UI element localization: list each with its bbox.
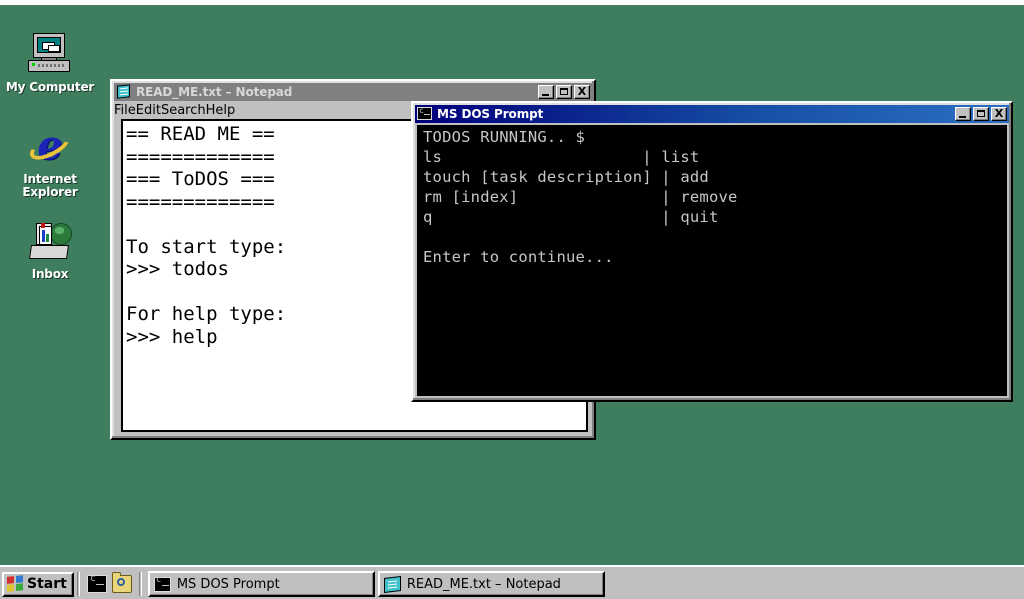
start-button-label: Start [27,576,67,592]
notepad-icon [383,575,401,593]
dos-window-controls: X [955,107,1007,121]
taskbar-button-ms-dos-prompt[interactable]: MS DOS Prompt [147,571,375,597]
notepad-icon [116,84,132,99]
close-icon: X [994,107,1004,120]
quick-launch-find-folder-icon[interactable] [111,572,132,593]
internet-explorer-icon: e [25,122,75,170]
taskbar-window-buttons: MS DOS Prompt READ_ME.txt – Notepad [145,571,1024,597]
taskbar-button-notepad[interactable]: READ_ME.txt – Notepad [377,571,605,597]
dos-close-button[interactable]: X [991,107,1007,121]
taskbar-divider-1 [76,572,80,596]
dos-titlebar[interactable]: MS DOS Prompt X [415,105,1009,123]
notepad-window-controls: X [538,85,590,99]
notepad-title: READ_ME.txt – Notepad [136,85,293,99]
dos-console-area[interactable]: TODOS RUNNING.. $ ls | list touch [task … [417,125,1007,396]
notepad-titlebar[interactable]: READ_ME.txt – Notepad X [114,83,592,101]
desktop-icon-internet-explorer[interactable]: e Internet Explorer [2,122,98,199]
menu-item-edit[interactable]: Edit [136,103,161,119]
screen: My Computer e Internet Explorer Inbox RE… [0,0,1024,599]
desktop-icon-label: Internet Explorer [22,172,78,199]
close-icon: X [577,85,587,98]
desktop-background[interactable]: My Computer e Internet Explorer Inbox RE… [0,5,1024,565]
start-button[interactable]: Start [2,571,74,597]
desktop-icon-label: My Computer [5,80,95,94]
dos-console-content[interactable]: TODOS RUNNING.. $ ls | list touch [task … [417,125,1007,267]
menu-item-file[interactable]: File [114,103,136,119]
dos-maximize-button[interactable] [973,107,989,121]
menu-item-search[interactable]: Search [161,103,206,119]
taskbar-button-label: MS DOS Prompt [176,576,280,592]
desktop-icon-my-computer[interactable]: My Computer [2,30,98,94]
ms-dos-prompt-window[interactable]: MS DOS Prompt X TODOS RUNNING.. $ ls | l… [411,101,1013,402]
desktop-icon-label: Inbox [31,267,69,281]
inbox-icon [26,217,74,265]
notepad-close-button[interactable]: X [574,85,590,99]
quick-launch-ms-dos-icon[interactable] [86,573,107,593]
notepad-minimize-button[interactable] [538,85,554,99]
menu-item-help[interactable]: Help [206,103,236,119]
windows-logo-icon [7,575,24,593]
taskbar-button-label: READ_ME.txt – Notepad [406,576,561,592]
ms-dos-icon [153,575,171,592]
desktop-icon-inbox[interactable]: Inbox [2,217,98,281]
dos-title: MS DOS Prompt [437,107,544,121]
my-computer-icon [26,30,74,78]
taskbar-divider-2 [138,572,142,596]
ms-dos-icon [417,106,433,121]
taskbar[interactable]: Start MS DOS Prompt READ_ME.txt – Notepa… [0,565,1024,599]
quick-launch-bar[interactable] [83,572,136,593]
dos-minimize-button[interactable] [955,107,971,121]
notepad-maximize-button[interactable] [556,85,572,99]
